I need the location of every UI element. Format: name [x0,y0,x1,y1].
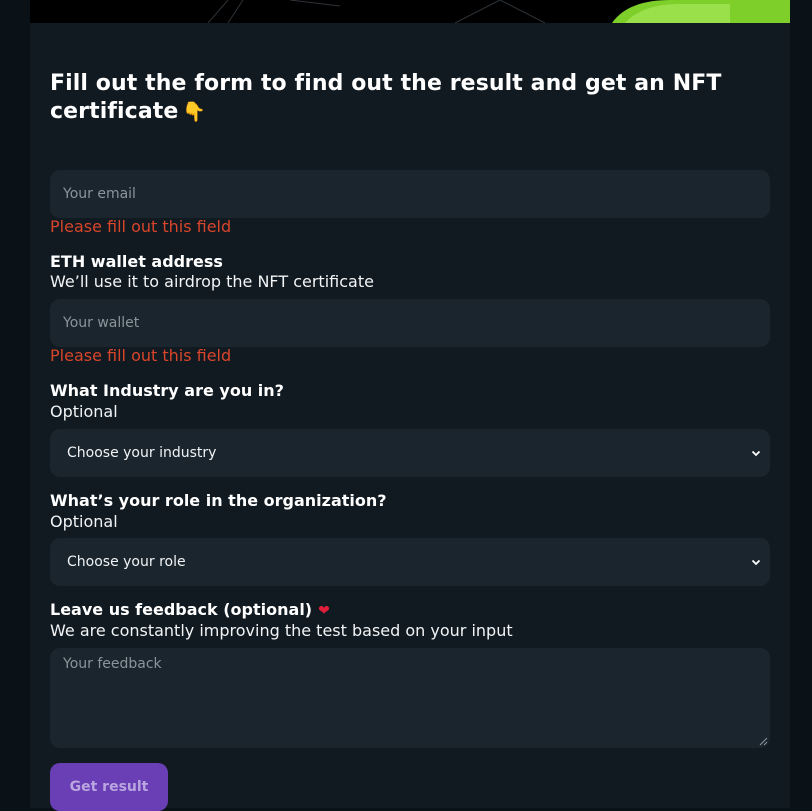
industry-selected-value: Choose your industry [67,445,217,461]
feedback-label-text: Leave us feedback (optional) [50,600,313,619]
email-error: Please fill out this field [50,217,232,236]
wallet-label: ETH wallet address [50,252,223,271]
chevron-down-icon [751,559,761,566]
role-selected-value: Choose your role [67,554,186,570]
chevron-down-icon [751,450,761,457]
industry-optional: Optional [50,402,118,421]
pointing-down-hand-icon: 👇 [182,101,207,123]
industry-select[interactable]: Choose your industry [50,429,770,477]
hero-illustration [207,0,790,23]
get-result-button[interactable]: Get result [50,763,168,811]
role-label: What’s your role in the organization? [50,491,387,510]
feedback-label: Leave us feedback (optional) ❤ [50,600,330,621]
feedback-sublabel: We are constantly improving the test bas… [50,621,513,640]
heart-icon: ❤ [318,603,330,619]
feedback-textarea[interactable] [50,648,770,748]
wallet-sublabel: We’ll use it to airdrop the NFT certific… [50,272,374,291]
form-heading: Fill out the form to find out the result… [50,70,750,126]
heading-text: Fill out the form to find out the result… [50,71,722,124]
wallet-input[interactable] [50,299,770,347]
hero-banner [30,0,790,23]
email-input[interactable] [50,170,770,218]
role-optional: Optional [50,512,118,531]
role-select[interactable]: Choose your role [50,538,770,586]
industry-label: What Industry are you in? [50,381,284,400]
resize-handle-icon[interactable] [758,736,768,746]
wallet-error: Please fill out this field [50,346,232,365]
